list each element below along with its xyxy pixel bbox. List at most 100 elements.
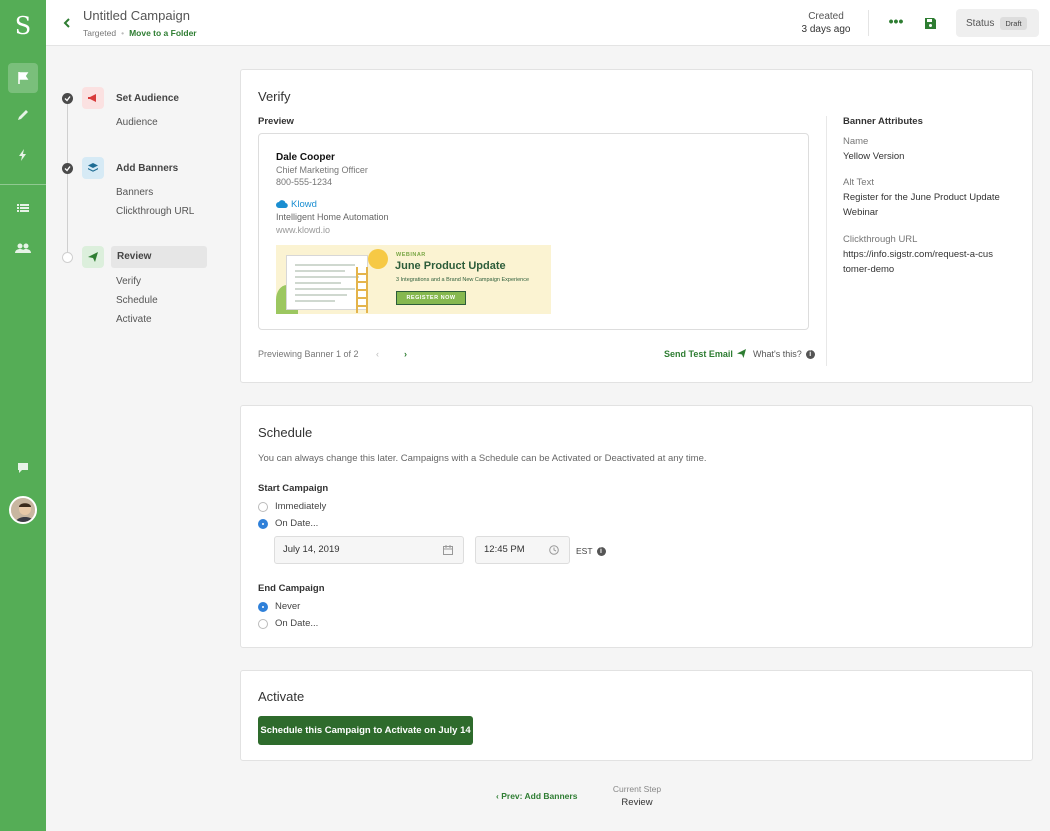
step-pending-icon — [62, 252, 73, 263]
attr-clickthrough-value: https://info.sigstr.com/request-a-custom… — [843, 249, 993, 275]
sun-graphic — [368, 249, 388, 269]
chevron-right-icon: › — [404, 349, 407, 359]
step-complete-check-icon — [62, 93, 73, 104]
campaign-subtitle: Targeted • Move to a Folder — [83, 28, 197, 38]
step-add-banners[interactable]: Add Banners — [116, 163, 178, 174]
banner-image[interactable]: WEBINAR June Product Update 3 Integratio… — [276, 245, 551, 314]
status-label: Status — [966, 17, 995, 29]
app-rail: S — [0, 0, 46, 831]
whats-this-link[interactable]: What's this? i — [753, 349, 815, 359]
signature-phone: 800-555-1234 — [276, 177, 333, 187]
move-to-folder-link[interactable]: Move to a Folder — [129, 28, 197, 38]
campaign-title[interactable]: Untitled Campaign — [83, 8, 190, 23]
verify-card: Verify Preview Dale Cooper Chief Marketi… — [240, 69, 1033, 383]
created-value: 3 days ago — [801, 24, 851, 35]
attr-clickthrough-label: Clickthrough URL — [843, 234, 918, 245]
substep-activate[interactable]: Activate — [116, 314, 152, 325]
end-never-option[interactable]: Never — [258, 601, 300, 612]
chat-nav-button[interactable] — [8, 453, 38, 483]
substep-schedule[interactable]: Schedule — [116, 295, 158, 306]
prev-banner-button[interactable]: ‹ — [376, 349, 379, 359]
attr-alt-text-value: Register for the June Product Update Web… — [843, 192, 1000, 218]
schedule-card: Schedule You can always change this late… — [240, 405, 1033, 648]
end-never-label: Never — [275, 601, 301, 612]
start-immediately-radio[interactable] — [258, 501, 268, 512]
floppy-disk-icon — [924, 17, 936, 29]
pencil-icon — [18, 110, 28, 120]
top-bar: Untitled Campaign Targeted • Move to a Fol… — [46, 0, 1050, 46]
info-icon: i — [805, 349, 815, 359]
save-button[interactable] — [922, 14, 938, 32]
next-banner-button[interactable]: › — [404, 349, 407, 359]
substep-clickthrough-url[interactable]: Clickthrough URL — [116, 206, 194, 217]
verify-title: Verify — [258, 89, 291, 104]
back-button[interactable] — [60, 14, 74, 32]
app-logo[interactable]: S — [0, 8, 46, 44]
people-nav-button[interactable] — [8, 233, 38, 263]
info-icon[interactable]: i — [596, 546, 606, 556]
chevron-left-icon — [63, 18, 70, 28]
ladder-graphic — [356, 267, 368, 313]
attr-name-label: Name — [843, 136, 869, 147]
start-campaign-label: Start Campaign — [258, 483, 329, 494]
banner-kicker: WEBINAR — [396, 252, 426, 258]
users-icon — [15, 243, 31, 253]
end-on-date-option[interactable]: On Date... — [258, 618, 318, 629]
step-set-audience[interactable]: Set Audience — [116, 93, 179, 104]
rail-divider — [0, 184, 46, 185]
end-on-date-radio[interactable] — [258, 618, 268, 629]
created-info: Created 3 days ago — [796, 10, 856, 36]
ellipsis-icon: ••• — [888, 13, 904, 29]
prev-step-button[interactable]: ‹ Prev: Add Banners — [496, 791, 577, 801]
start-date-value: July 14, 2019 — [283, 544, 340, 555]
schedule-description: You can always change this later. Campai… — [258, 453, 707, 464]
editor-nav-button[interactable] — [8, 100, 38, 130]
brand-logo: Klowd — [276, 199, 317, 210]
chevron-left-icon: ‹ — [376, 349, 379, 359]
start-time-input[interactable]: 12:45 PM — [475, 536, 570, 564]
schedule-activate-button[interactable]: Schedule this Campaign to Activate on Ju… — [258, 716, 473, 745]
schedule-title: Schedule — [258, 425, 313, 440]
list-icon — [17, 204, 29, 212]
user-avatar[interactable] — [9, 496, 37, 524]
attr-name-value: Yellow Version — [843, 151, 905, 162]
paper-plane-icon — [82, 246, 104, 268]
current-step-indicator: Current Step Review — [604, 784, 670, 808]
banner-register-button: REGISTER NOW — [396, 291, 466, 305]
layers-icon — [82, 157, 104, 179]
start-immediately-option[interactable]: Immediately — [258, 501, 326, 512]
activate-card: Activate Schedule this Campaign to Activ… — [240, 670, 1033, 761]
start-date-input[interactable]: July 14, 2019 — [274, 536, 464, 564]
previewing-count: Previewing Banner 1 of 2 — [258, 349, 359, 359]
send-test-email-button[interactable]: Send Test Email — [664, 349, 747, 359]
start-on-date-option[interactable]: On Date... — [258, 518, 318, 529]
timezone-info: EST i — [576, 546, 606, 556]
preview-label: Preview — [258, 116, 294, 127]
end-never-radio[interactable] — [258, 601, 268, 612]
flag-icon — [18, 72, 29, 84]
end-campaign-label: End Campaign — [258, 583, 325, 594]
automation-nav-button[interactable] — [8, 140, 38, 170]
start-immediately-label: Immediately — [275, 501, 327, 512]
signature-tagline: Intelligent Home Automation — [276, 212, 389, 222]
start-on-date-radio[interactable] — [258, 518, 268, 529]
start-time-value: 12:45 PM — [484, 544, 525, 555]
steps-timeline — [67, 104, 68, 254]
substep-banners[interactable]: Banners — [116, 187, 153, 198]
status-dropdown[interactable]: Status Draft — [956, 9, 1039, 37]
cloud-icon — [276, 200, 288, 209]
more-options-button[interactable]: ••• — [886, 14, 906, 32]
brand-name: Klowd — [291, 199, 317, 210]
campaigns-nav-button[interactable] — [8, 63, 38, 93]
user-photo-icon — [11, 498, 35, 522]
activate-title: Activate — [258, 689, 305, 704]
substep-verify[interactable]: Verify — [116, 276, 141, 287]
steps-sidebar: Set Audience Audience Add Banners Banner… — [46, 46, 226, 831]
chat-icon — [18, 463, 28, 473]
lists-nav-button[interactable] — [8, 193, 38, 223]
timezone-label: EST — [576, 546, 593, 556]
substep-audience[interactable]: Audience — [116, 117, 158, 128]
step-review[interactable]: Review — [111, 246, 207, 268]
chevron-left-icon: ‹ — [496, 791, 499, 801]
signature-role: Chief Marketing Officer — [276, 165, 368, 175]
